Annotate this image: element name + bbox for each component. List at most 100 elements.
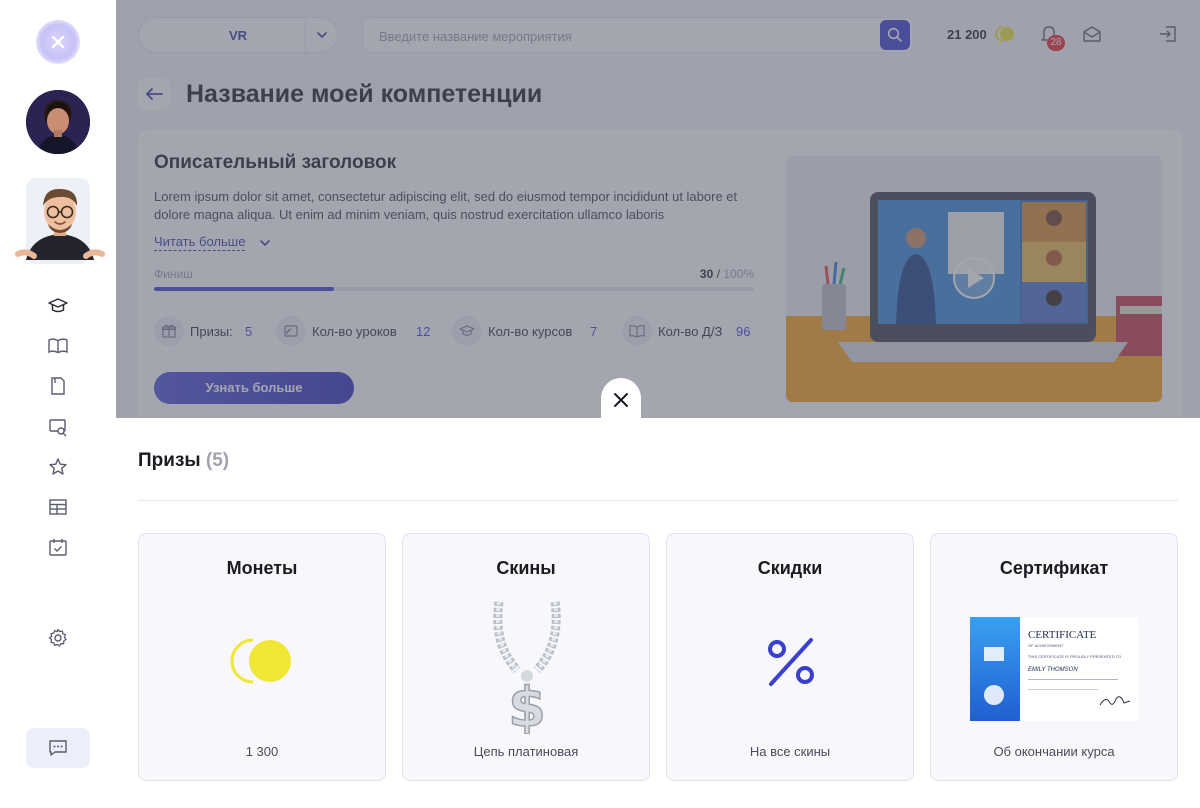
nav-favorites-icon[interactable] bbox=[47, 456, 69, 478]
progress-max: 100% bbox=[723, 267, 754, 281]
card-title: Описательный заголовок bbox=[154, 152, 397, 173]
video-preview[interactable] bbox=[786, 156, 1162, 402]
progress-fill bbox=[154, 287, 334, 291]
stat-courses: Кол-во курсов 7 bbox=[452, 316, 602, 346]
stat-homework-value: 96 bbox=[736, 324, 751, 339]
close-panel-button[interactable] bbox=[601, 378, 641, 422]
prize-visual: $ bbox=[403, 601, 649, 734]
search-icon bbox=[887, 27, 902, 42]
prize-card-discounts[interactable]: Скидки На все скины bbox=[666, 533, 914, 781]
certificate-ribbon bbox=[970, 617, 1020, 721]
prize-visual bbox=[139, 604, 385, 724]
certificate-rule bbox=[1028, 689, 1098, 690]
chat-icon bbox=[49, 740, 67, 756]
percent-icon bbox=[768, 638, 814, 686]
notification-badge: 28 bbox=[1047, 35, 1065, 51]
svg-text:$: $ bbox=[508, 676, 546, 734]
prize-name: Сертификат bbox=[999, 558, 1109, 578]
category-select[interactable]: VR bbox=[138, 17, 338, 53]
prize-subtitle: 1 300 bbox=[245, 744, 279, 759]
certificate-seal bbox=[984, 685, 1004, 705]
stat-prizes: Призы: 5 bbox=[154, 316, 264, 346]
certificate-heading: CERTIFICATE bbox=[1028, 629, 1097, 641]
category-select-value: VR bbox=[229, 28, 248, 43]
user-photo-icon bbox=[26, 90, 90, 154]
card-description: Lorem ipsum dolor sit amet, consectetur … bbox=[154, 189, 738, 222]
prize-card-coins[interactable]: Монеты 1 300 bbox=[138, 533, 386, 781]
nav-table-icon[interactable] bbox=[47, 496, 69, 518]
memoji-icon bbox=[15, 188, 105, 260]
stat-lessons-label: Кол-во уроков bbox=[312, 324, 397, 339]
stat-homework-label: Кол-во Д/З bbox=[658, 324, 723, 339]
gift-icon bbox=[154, 316, 184, 346]
main-content: VR Введите название мероприятия 21 200 2… bbox=[116, 0, 1200, 418]
prize-visual: CERTIFICATE OF ACHIEVEMENT THIS CERTIFIC… bbox=[931, 604, 1177, 724]
progress-current: 30 bbox=[699, 267, 714, 281]
prize-subtitle: Цепь платиновая bbox=[473, 744, 579, 759]
nav-library-icon[interactable] bbox=[47, 335, 69, 357]
stat-courses-value: 7 bbox=[590, 324, 598, 339]
chain-icon: $ bbox=[493, 601, 561, 734]
arrow-left-icon bbox=[145, 88, 163, 100]
search-bar: Введите название мероприятия bbox=[362, 17, 914, 53]
chevron-down-icon[interactable] bbox=[315, 28, 329, 42]
progress-separator: / bbox=[713, 267, 724, 281]
logo[interactable] bbox=[36, 20, 80, 64]
certificate-line: THIS CERTIFICATE IS PROUDLY PRESENTED TO bbox=[1028, 654, 1122, 659]
nav-documents-icon[interactable] bbox=[47, 375, 69, 397]
user-avatar[interactable] bbox=[26, 90, 90, 154]
stat-courses-label: Кол-во курсов bbox=[488, 324, 573, 339]
certificate-icon: CERTIFICATE OF ACHIEVEMENT THIS CERTIFIC… bbox=[970, 617, 1138, 721]
prize-name: Монеты bbox=[226, 558, 298, 578]
prize-subtitle: Об окончании курса bbox=[993, 744, 1115, 759]
mail-icon[interactable] bbox=[1082, 25, 1102, 43]
read-more-link[interactable]: Читать больше bbox=[154, 234, 246, 251]
progress-label: Финиш bbox=[154, 267, 193, 281]
prize-name: Скины bbox=[496, 558, 556, 578]
chevron-down-icon[interactable] bbox=[258, 236, 272, 250]
book-icon bbox=[622, 316, 652, 346]
logout-icon[interactable] bbox=[1158, 25, 1178, 43]
nav-settings-icon[interactable] bbox=[47, 627, 69, 649]
competency-card: Описательный заголовок Lorem ipsum dolor… bbox=[138, 130, 1183, 418]
prizes-title-text: Призы bbox=[138, 450, 201, 471]
prize-name: Скидки bbox=[757, 558, 823, 578]
lesson-icon bbox=[276, 316, 306, 346]
prizes-count: (5) bbox=[205, 450, 230, 471]
prizes-panel: Призы (5) Монеты 1 300 Скины $ Цепь плат… bbox=[116, 418, 1200, 808]
prizes-title: Призы (5) bbox=[138, 450, 229, 472]
coin-icon bbox=[995, 26, 1014, 42]
logo-icon bbox=[51, 35, 65, 49]
progress-value: 30 / 100% bbox=[698, 267, 754, 281]
chat-button[interactable] bbox=[26, 728, 90, 768]
certificate-subheading: OF ACHIEVEMENT bbox=[1028, 643, 1064, 648]
prize-card-certificate[interactable]: Сертификат CERTIFICATE OF ACHIEVEMENT TH… bbox=[930, 533, 1178, 781]
nav-calendar-check-icon[interactable] bbox=[47, 536, 69, 558]
search-input[interactable]: Введите название мероприятия bbox=[379, 29, 572, 44]
sidebar bbox=[0, 0, 116, 808]
divider bbox=[138, 500, 1178, 501]
user-3d-avatar[interactable] bbox=[15, 178, 105, 264]
certificate-logo-block bbox=[984, 647, 1004, 661]
certificate-rule bbox=[1028, 679, 1118, 680]
nav-search-screen-icon[interactable] bbox=[47, 416, 69, 438]
coin-balance: 21 200 bbox=[947, 27, 987, 42]
prize-visual bbox=[667, 604, 913, 724]
back-button[interactable] bbox=[138, 78, 170, 110]
stat-homework: Кол-во Д/З 96 bbox=[622, 316, 762, 346]
search-button[interactable] bbox=[880, 20, 910, 50]
nav-courses-icon[interactable] bbox=[47, 295, 69, 317]
certificate-recipient: EMILY THOMSON bbox=[1028, 667, 1078, 673]
close-icon bbox=[614, 393, 628, 407]
stat-lessons-value: 12 bbox=[416, 324, 431, 339]
stat-prizes-label: Призы: bbox=[190, 324, 233, 339]
prize-card-skins[interactable]: Скины $ Цепь платиновая bbox=[402, 533, 650, 781]
signature-icon bbox=[1099, 696, 1131, 706]
video-thumbnail-icon bbox=[786, 156, 1162, 402]
learn-more-button[interactable]: Узнать больше bbox=[154, 372, 354, 404]
graduation-cap-icon bbox=[452, 316, 482, 346]
stat-lessons: Кол-во уроков 12 bbox=[276, 316, 436, 346]
select-separator bbox=[305, 18, 306, 52]
stat-prizes-value: 5 bbox=[245, 324, 253, 339]
coins-icon bbox=[230, 638, 291, 684]
